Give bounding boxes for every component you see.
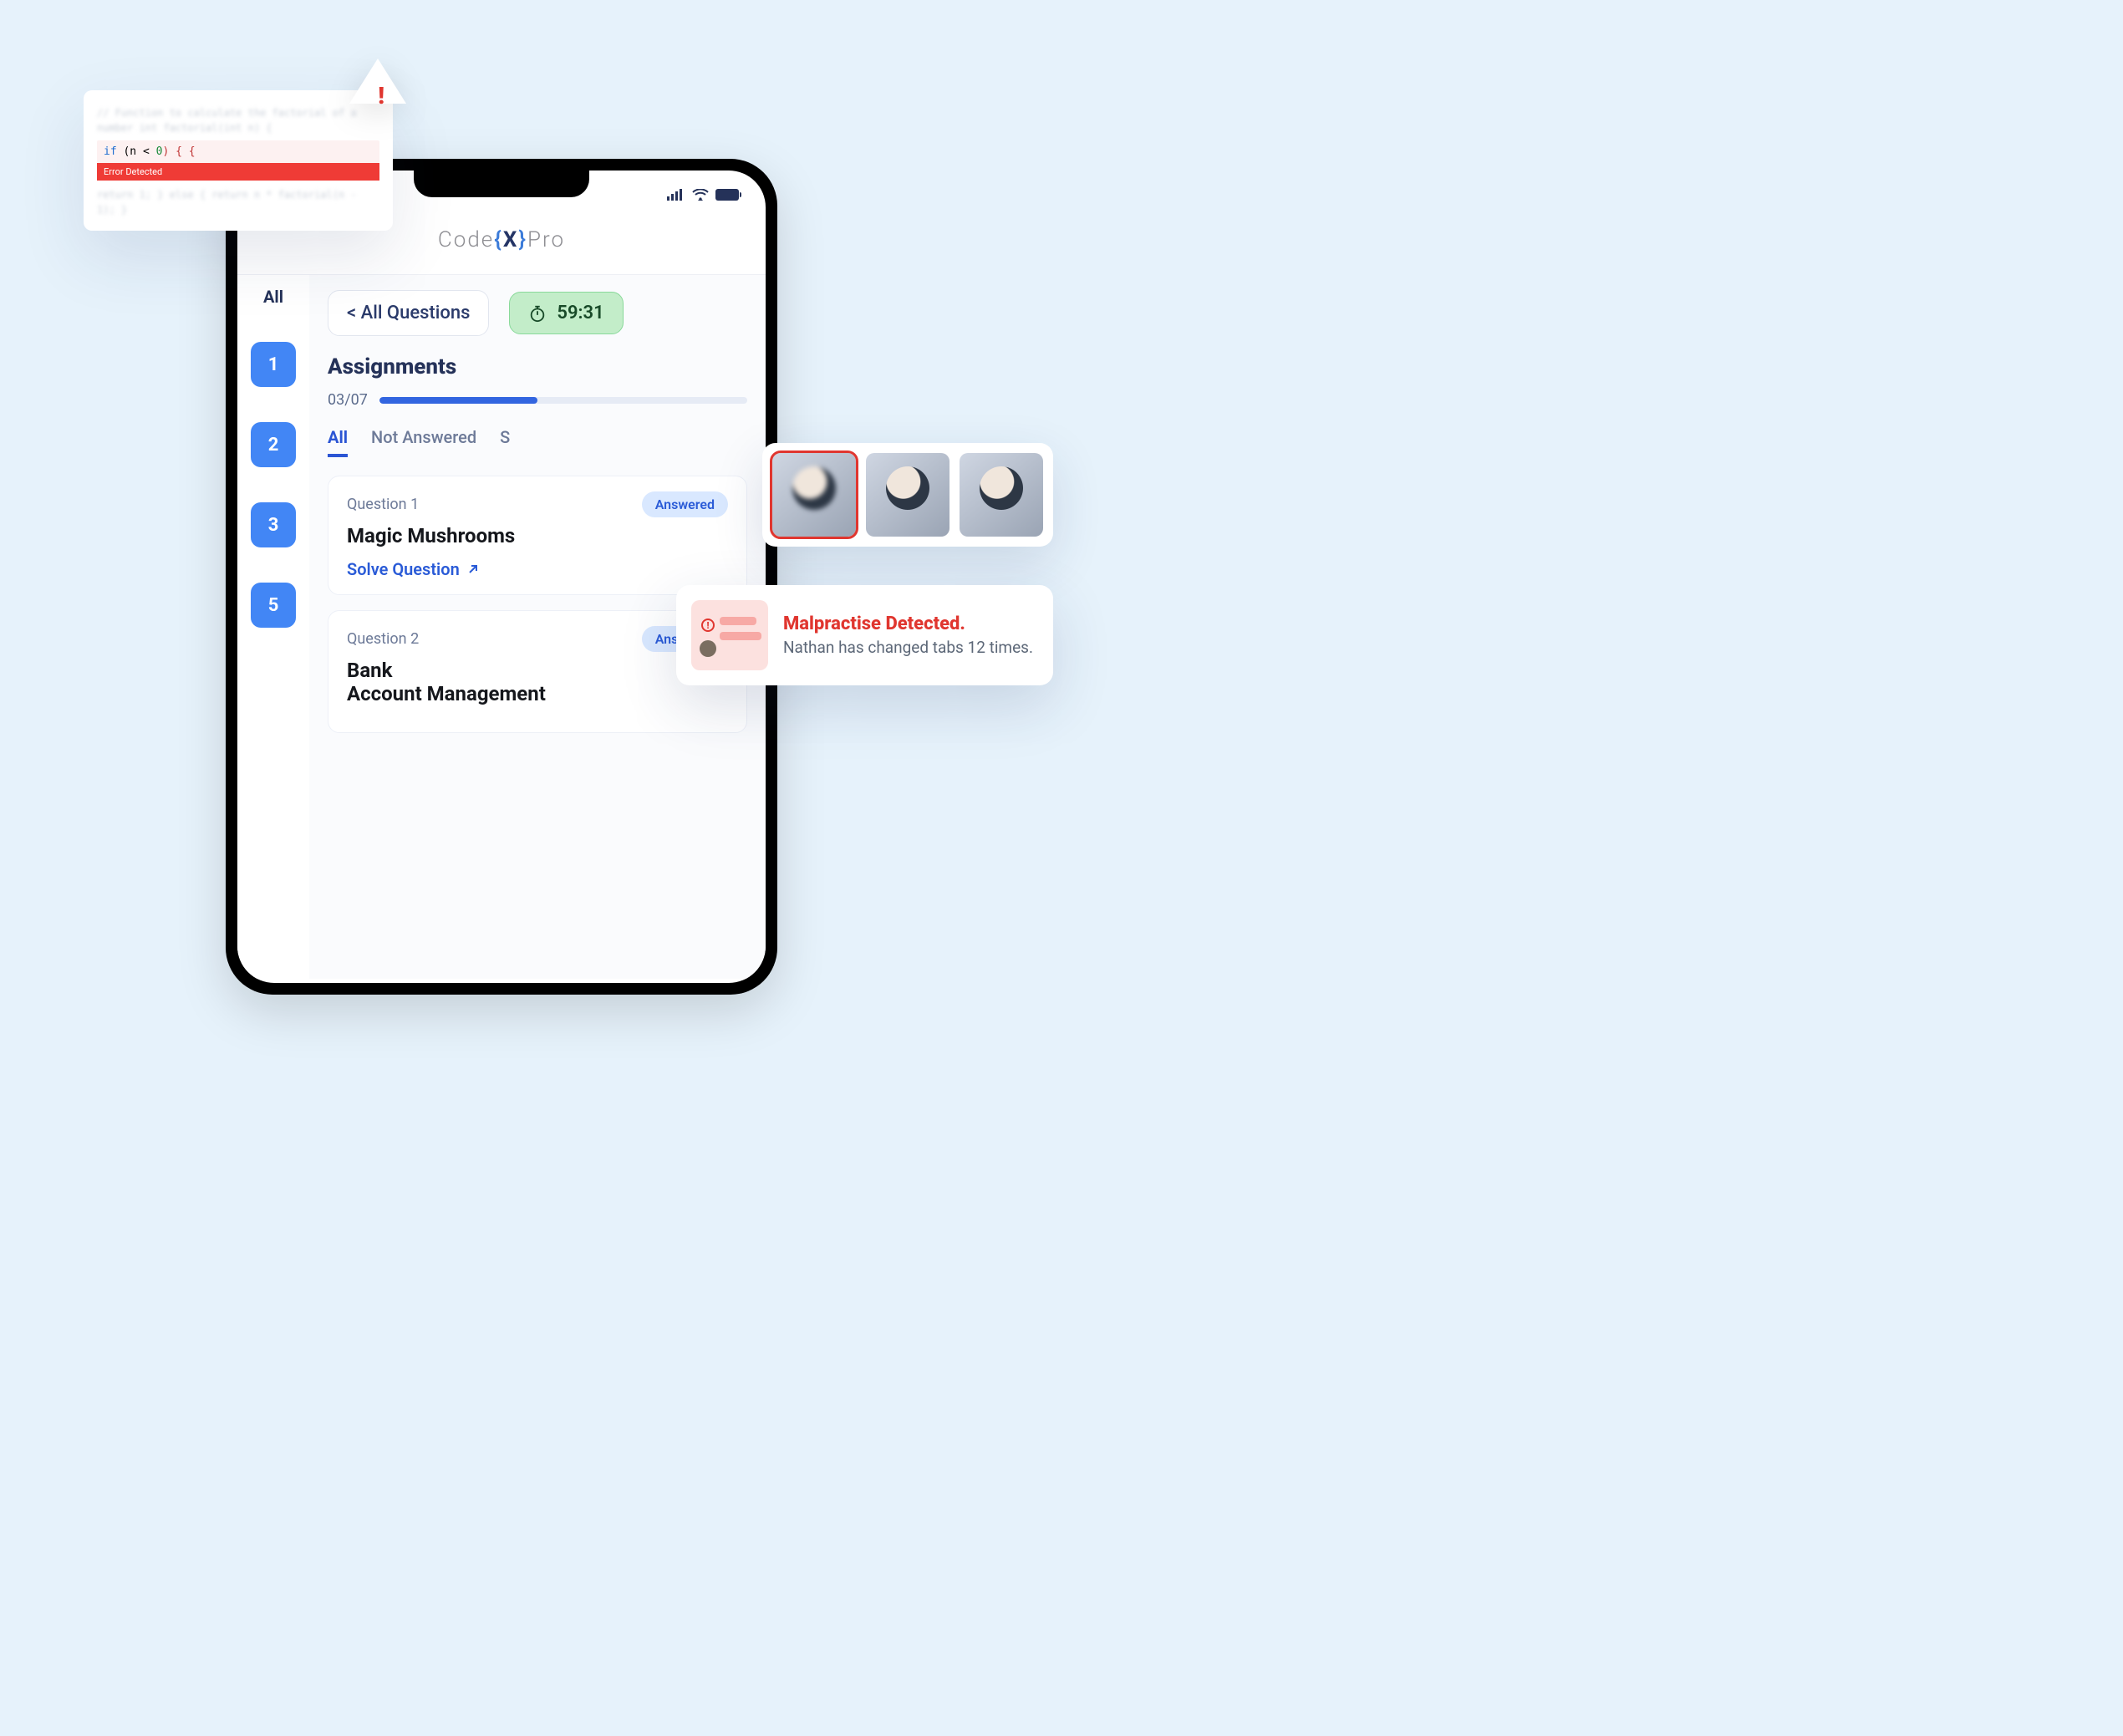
question-number-label: Question 1 [347, 496, 419, 513]
proctor-avatar[interactable] [866, 453, 949, 537]
error-bar: Error Detected [97, 163, 379, 181]
progress-count: 03/07 [328, 391, 368, 409]
malpractice-title: Malpractise Detected. [783, 613, 1033, 634]
timer-value: 59:31 [557, 303, 603, 323]
alert-circle-icon: ! [701, 619, 715, 632]
question-tile-5[interactable]: 5 [251, 583, 296, 628]
question-title: Magic Mushrooms [347, 524, 728, 547]
solve-question-link[interactable]: Solve Question [347, 559, 728, 579]
question-card[interactable]: Question 1 Answered Magic Mushrooms Solv… [328, 476, 747, 595]
malpractice-subtitle: Nathan has changed tabs 12 times. [783, 638, 1033, 657]
code-error-line: if (n < 0) { { [97, 140, 379, 163]
signal-icon [667, 189, 685, 201]
wifi-icon [692, 189, 709, 201]
stopwatch-icon [528, 304, 547, 323]
timer-badge: 59:31 [509, 292, 623, 334]
battery-icon [715, 189, 739, 201]
tab-not-answered[interactable]: Not Answered [371, 427, 476, 457]
phone-screen: Code{X}Pro All 1 2 3 5 < All Questions [237, 171, 766, 983]
proctor-avatar[interactable] [960, 453, 1043, 537]
progress-fill [379, 397, 537, 404]
phone-frame: Code{X}Pro All 1 2 3 5 < All Questions [226, 159, 777, 995]
progress-bar [379, 397, 747, 404]
malpractice-icon: ! [691, 600, 768, 670]
tabs-row: All Not Answered S [328, 427, 747, 457]
rail-all-label[interactable]: All [263, 287, 283, 307]
proctor-strip [762, 443, 1053, 547]
all-questions-button[interactable]: < All Questions [328, 290, 489, 336]
tab-all[interactable]: All [328, 427, 348, 457]
code-blur-top: // Function to calculate the factorial o… [97, 105, 379, 135]
status-badge: Answered [642, 491, 728, 517]
question-number-rail: All 1 2 3 5 [237, 275, 309, 979]
keyword-if: if [104, 145, 117, 158]
mini-avatar-icon [700, 640, 716, 657]
assignments-title: Assignments [328, 354, 747, 379]
question-tile-1[interactable]: 1 [251, 342, 296, 387]
alert-exclamation-icon: ! [378, 82, 384, 109]
code-blur-bottom: return 1; } else { return n * factorial(… [97, 187, 379, 217]
arrow-up-right-icon [466, 563, 480, 576]
tab-s-partial[interactable]: S [500, 427, 510, 457]
question-tile-3[interactable]: 3 [251, 502, 296, 547]
question-title: Bank Account Management [347, 659, 728, 705]
question-tile-2[interactable]: 2 [251, 422, 296, 467]
error-detection-card: ! // Function to calculate the factorial… [84, 90, 393, 231]
question-number-label: Question 2 [347, 630, 419, 648]
phone-notch [414, 171, 589, 197]
malpractice-toast[interactable]: ! Malpractise Detected. Nathan has chang… [676, 585, 1053, 685]
proctor-avatar-flagged[interactable] [772, 453, 856, 537]
